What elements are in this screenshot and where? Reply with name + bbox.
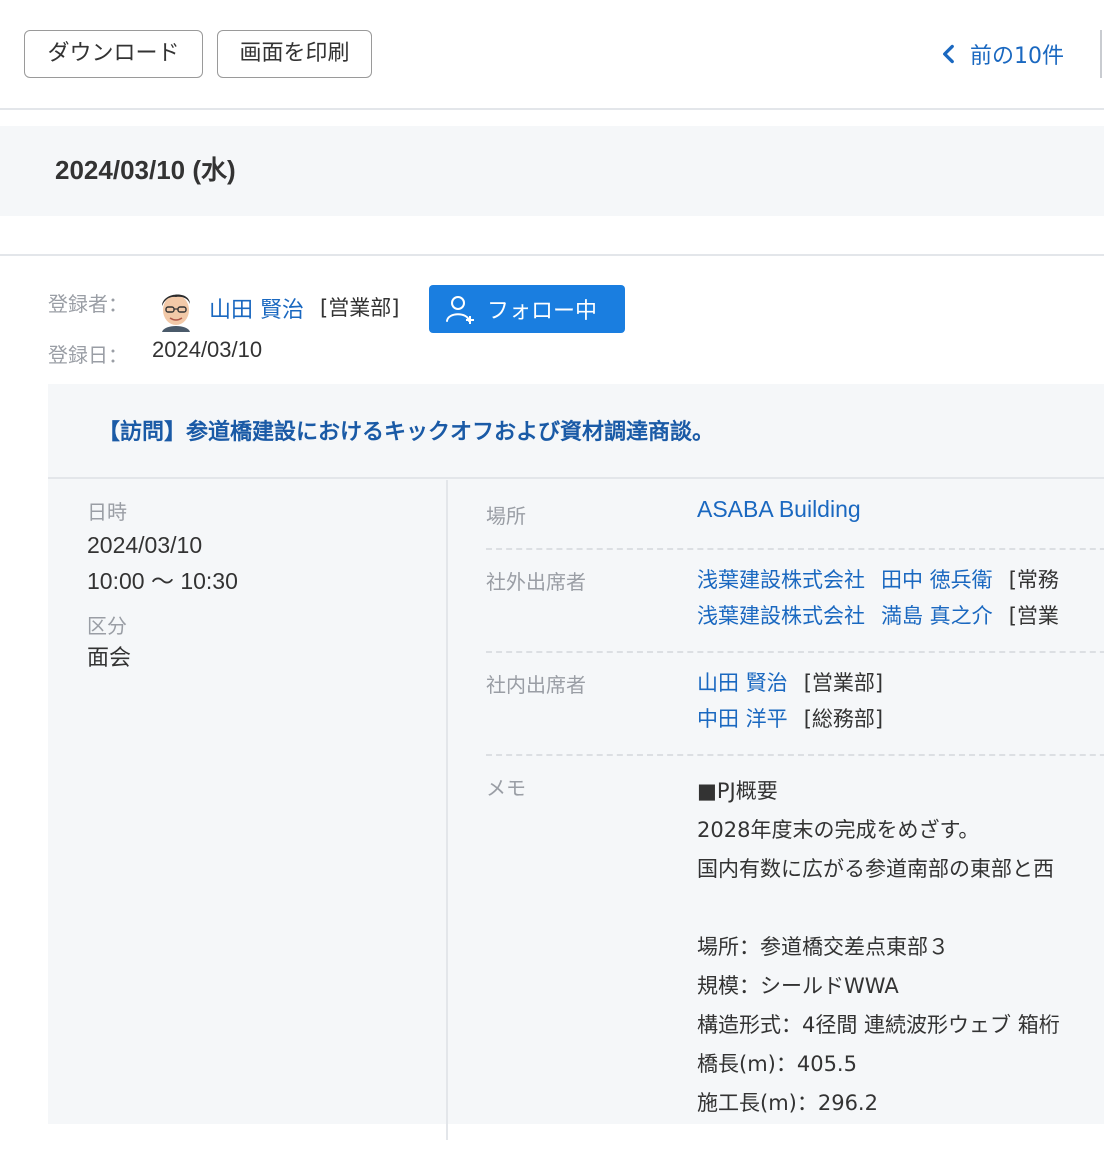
list-item: 浅葉建設株式会社 田中 徳兵衛 [常務 — [697, 562, 1059, 598]
date-header: 2024/03/10 (水) — [0, 126, 1104, 216]
internal-attendees-label: 社内出席者 — [486, 673, 586, 697]
date-header-text: 2024/03/10 (水) — [55, 155, 236, 185]
attendee-dept: [総務部] — [803, 707, 884, 731]
user-follow-icon — [446, 296, 474, 324]
attendee-dept: [常務 — [1008, 568, 1059, 592]
divider — [0, 254, 1104, 256]
avatar[interactable] — [154, 284, 198, 332]
external-attendees-list: 浅葉建設株式会社 田中 徳兵衛 [常務 浅葉建設株式会社 満島 真之介 [営業 — [697, 562, 1059, 634]
registrant-name-link[interactable]: 山田 賢治 — [209, 292, 304, 324]
prev-page-label: 前の10件 — [970, 44, 1064, 69]
attendee-link[interactable]: 山田 賢治 — [697, 671, 788, 695]
toolbar-divider — [1100, 30, 1102, 78]
external-attendees-row: 社外出席者 浅葉建設株式会社 田中 徳兵衛 [常務 浅葉建設株式会社 満島 真之介 [営… — [486, 550, 1104, 653]
report-title[interactable]: 【訪問】参道橋建設におけるキックオフおよび資材調達商談。 — [98, 414, 714, 446]
registered-date-label: 登録日： — [48, 343, 128, 367]
attendee-link[interactable]: 満島 真之介 — [881, 604, 993, 628]
memo-label: メモ — [486, 776, 526, 800]
memo-line: 橋長(m)：405.5 — [697, 1052, 857, 1076]
list-item: 中田 洋平 [総務部] — [697, 701, 883, 737]
list-item: 浅葉建設株式会社 満島 真之介 [営業 — [697, 598, 1059, 634]
report-time: 10:00 ～ 10:30 — [87, 568, 238, 594]
following-label: フォロー中 — [487, 299, 598, 324]
memo-line — [697, 889, 1060, 928]
memo-line: ■PJ概要 — [697, 779, 778, 803]
report-right-column: 場所 ASABA Building 社外出席者 浅葉建設株式会社 田中 徳兵衛 [常… — [486, 480, 1104, 1156]
list-item: 山田 賢治 [営業部] — [697, 665, 883, 701]
place-link[interactable]: ASABA Building — [697, 496, 861, 523]
memo-line: 国内有数に広がる参道南部の東部と西 — [697, 857, 1054, 881]
memo-text: ■PJ概要 2028年度末の完成をめざす。 国内有数に広がる参道南部の東部と西 … — [697, 772, 1060, 1123]
report-card: 【訪問】参道橋建設におけるキックオフおよび資材調達商談。 日時 2024/03/… — [48, 384, 1104, 1140]
report-title-band: 【訪問】参道橋建設におけるキックオフおよび資材調達商談。 — [48, 384, 1104, 479]
report-left-column: 日時 2024/03/10 10:00 ～ 10:30 区分 面会 — [87, 497, 427, 677]
category-label: 区分 — [87, 614, 127, 638]
company-link[interactable]: 浅葉建設株式会社 — [697, 604, 865, 628]
attendee-dept: [営業 — [1008, 604, 1059, 628]
internal-attendees-row: 社内出席者 山田 賢治 [営業部] 中田 洋平 [総務部] — [486, 653, 1104, 756]
memo-row: メモ ■PJ概要 2028年度末の完成をめざす。 国内有数に広がる参道南部の東部… — [486, 756, 1104, 1156]
toolbar: ダウンロード 画面を印刷 前の10件 — [0, 0, 1104, 110]
following-button[interactable]: フォロー中 — [429, 285, 625, 333]
registered-date: 2024/03/10 — [152, 337, 263, 362]
registrant-dept: [営業部] — [320, 296, 400, 320]
column-divider — [446, 480, 448, 1140]
chevron-left-icon — [943, 44, 954, 64]
attendee-link[interactable]: 田中 徳兵衛 — [881, 568, 993, 592]
prev-page-link[interactable]: 前の10件 — [936, 34, 1064, 74]
category-value: 面会 — [87, 646, 132, 671]
memo-line: 構造形式：4径間 連続波形ウェブ 箱桁 — [697, 1013, 1060, 1037]
datetime-label: 日時 — [87, 500, 127, 524]
place-row: 場所 ASABA Building — [486, 480, 1104, 550]
external-attendees-label: 社外出席者 — [486, 570, 586, 594]
internal-attendees-list: 山田 賢治 [営業部] 中田 洋平 [総務部] — [697, 665, 883, 737]
attendee-link[interactable]: 中田 洋平 — [697, 707, 788, 731]
report-date: 2024/03/10 — [87, 532, 203, 558]
company-link[interactable]: 浅葉建設株式会社 — [697, 568, 865, 592]
memo-line: 2028年度末の完成をめざす。 — [697, 818, 980, 842]
place-label: 場所 — [486, 504, 526, 528]
attendee-dept: [営業部] — [803, 671, 884, 695]
registrant-label: 登録者： — [48, 292, 128, 316]
memo-line: 規模：シールドWWA — [697, 974, 899, 998]
print-screen-button[interactable]: 画面を印刷 — [217, 30, 372, 78]
memo-line: 場所：参道橋交差点東部３ — [697, 935, 949, 959]
download-button[interactable]: ダウンロード — [24, 30, 203, 78]
